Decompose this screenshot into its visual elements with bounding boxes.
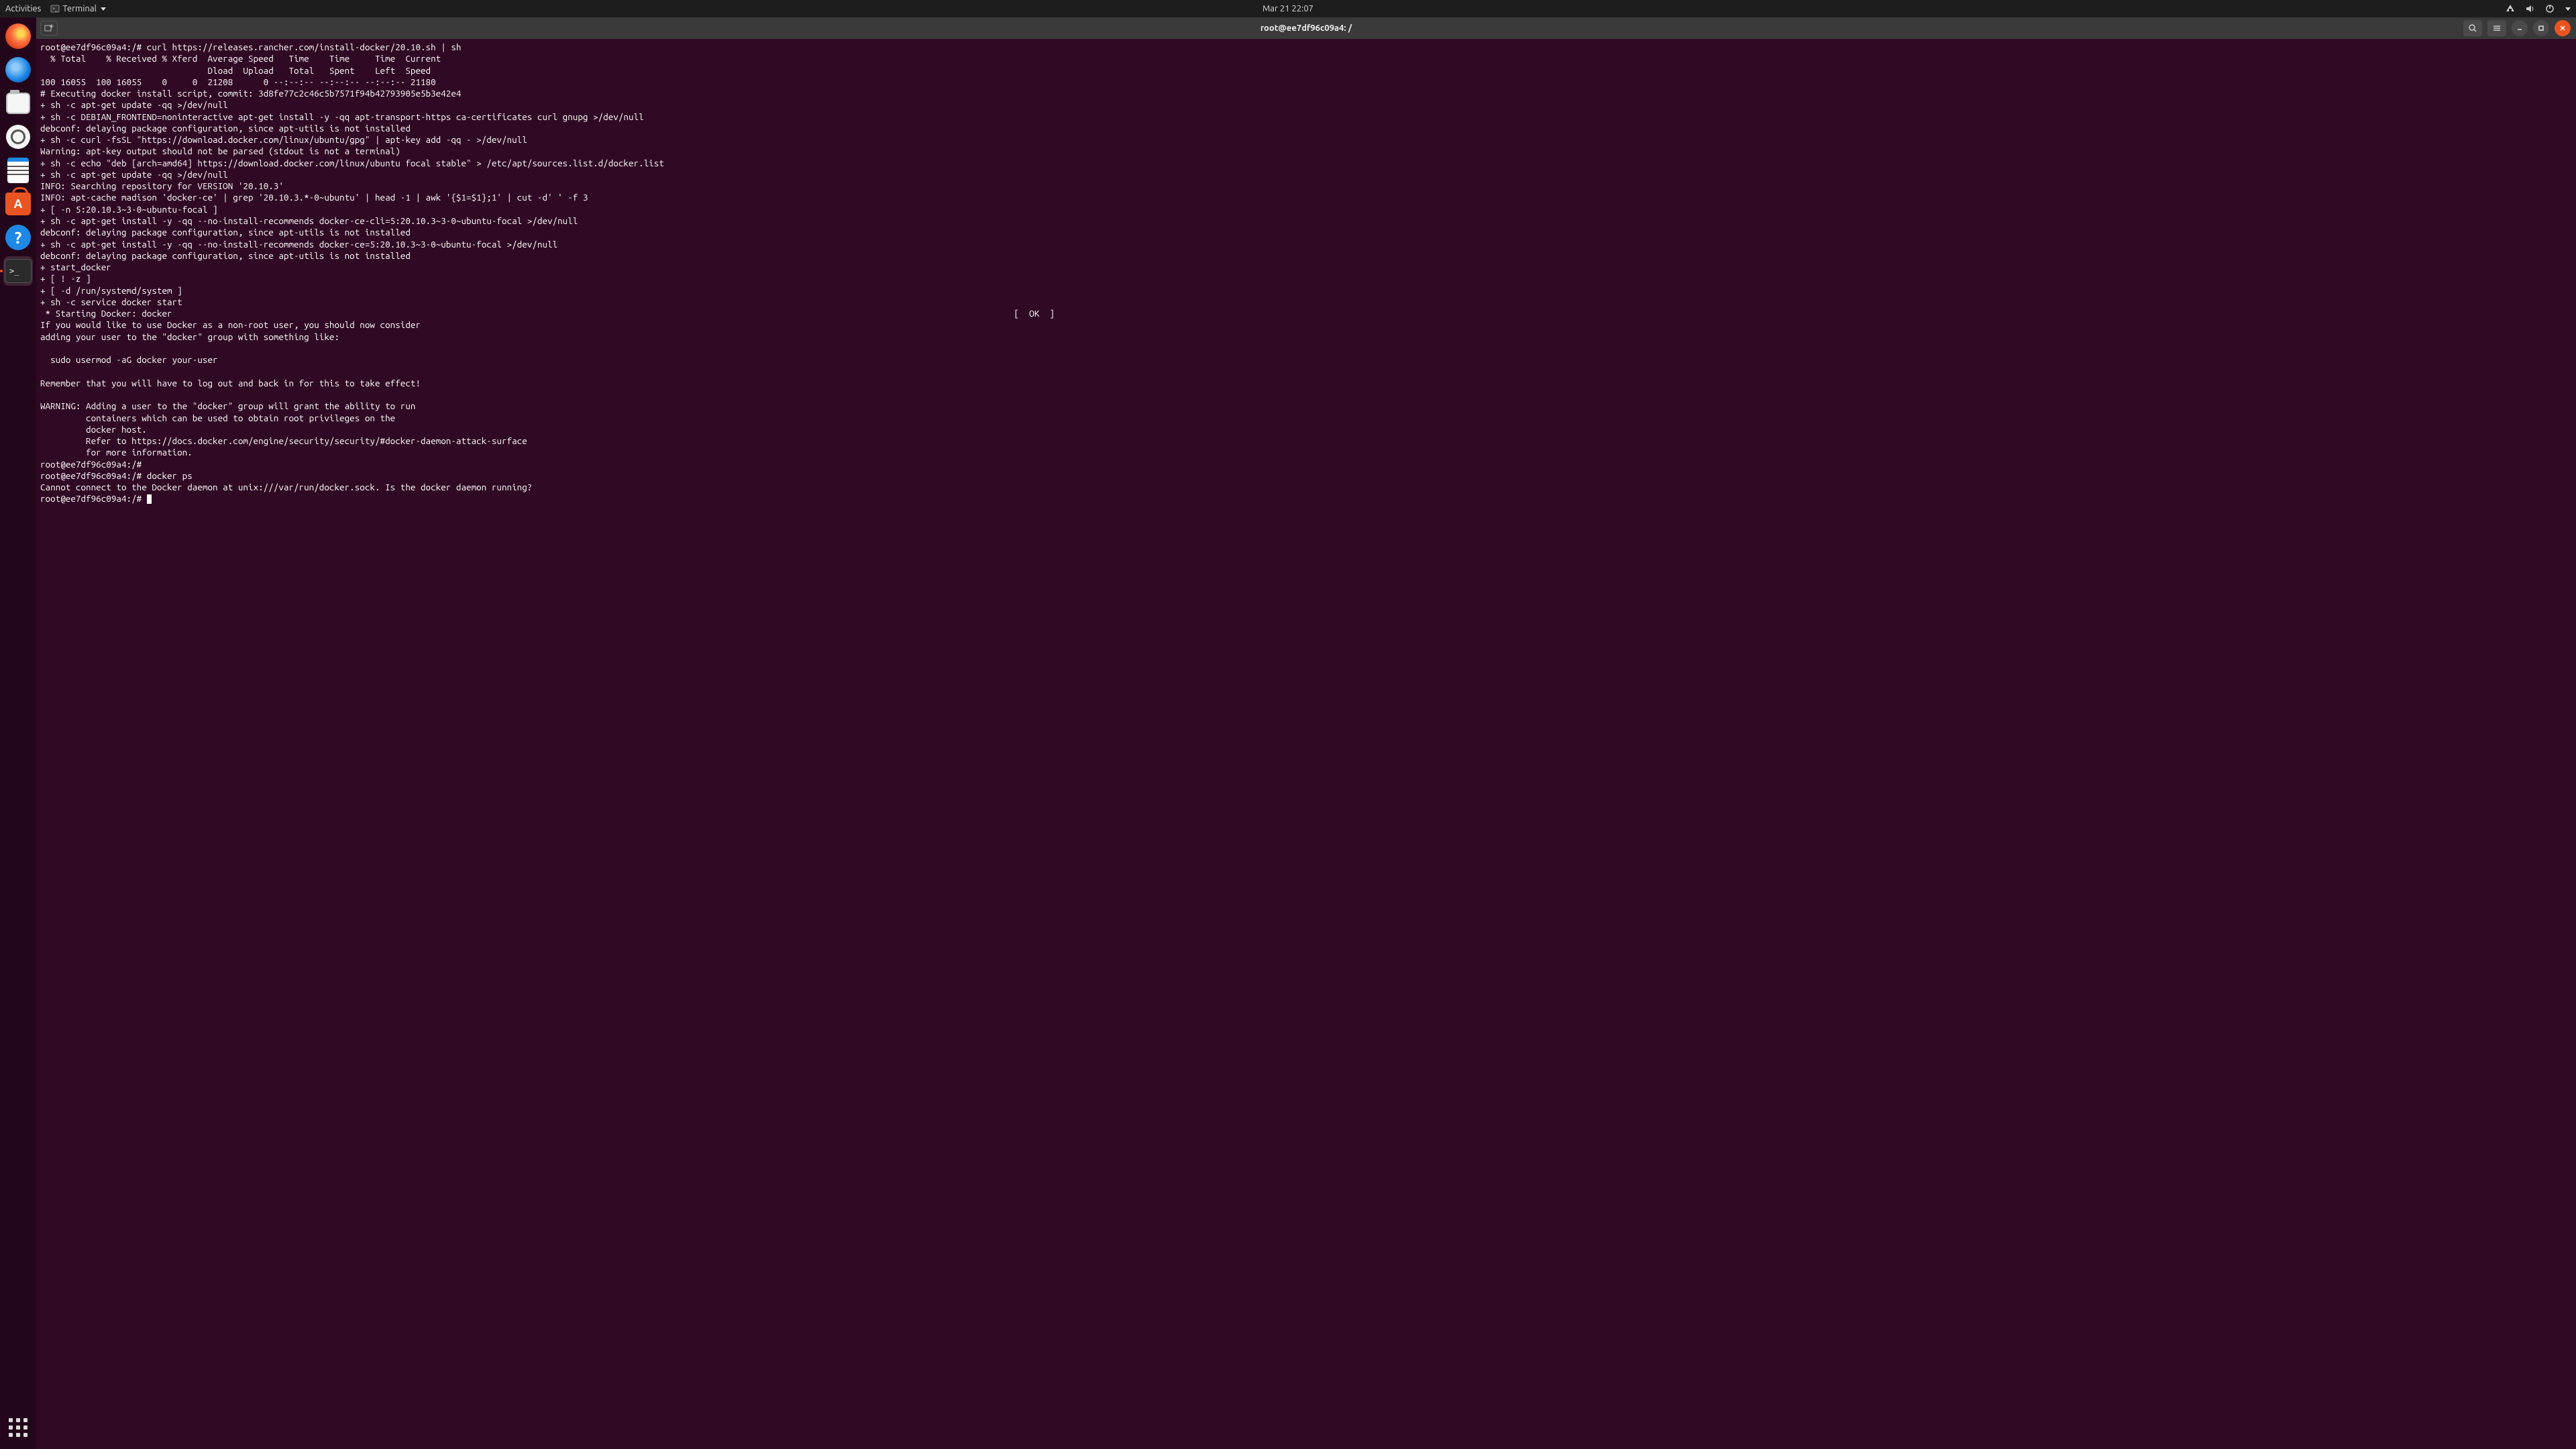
- hamburger-icon: [2492, 23, 2502, 33]
- hamburger-menu-button[interactable]: [2487, 20, 2506, 36]
- svg-text:>_: >_: [52, 6, 58, 11]
- power-icon[interactable]: [2545, 4, 2555, 13]
- dock-app-files[interactable]: [3, 89, 33, 118]
- activities-button[interactable]: Activities: [5, 4, 41, 13]
- clock[interactable]: Mar 21 22:07: [1263, 4, 1313, 13]
- dock-app-help[interactable]: ?: [3, 223, 33, 252]
- chevron-down-icon: [101, 7, 106, 11]
- window-title: root@ee7df96c09a4: /: [1260, 23, 1352, 33]
- network-icon[interactable]: [2505, 4, 2516, 13]
- thunderbird-icon: [5, 57, 31, 83]
- terminal-icon: >_: [50, 4, 60, 13]
- firefox-icon: [5, 23, 31, 49]
- terminal-output: root@ee7df96c09a4:/# curl https://releas…: [40, 42, 2572, 505]
- files-icon: [6, 93, 30, 114]
- gnome-top-panel: Activities >_ Terminal Mar 21 22:07: [0, 0, 2576, 17]
- terminal-window: root@ee7df96c09a4: / root: [36, 17, 2576, 1449]
- rhythmbox-icon: [6, 125, 30, 149]
- volume-icon[interactable]: [2525, 4, 2536, 13]
- maximize-button[interactable]: [2533, 20, 2549, 36]
- terminal-icon: >_: [5, 259, 32, 283]
- search-icon: [2468, 23, 2477, 33]
- close-button[interactable]: [2555, 20, 2571, 36]
- terminal-viewport[interactable]: root@ee7df96c09a4:/# curl https://releas…: [36, 39, 2576, 1449]
- titlebar: root@ee7df96c09a4: /: [36, 17, 2576, 39]
- dock-app-software[interactable]: [3, 189, 33, 219]
- minimize-button[interactable]: [2512, 20, 2528, 36]
- app-menu[interactable]: >_ Terminal: [50, 4, 106, 13]
- dock-app-terminal[interactable]: >_: [3, 256, 33, 286]
- dock: ? >_: [0, 17, 36, 1449]
- help-icon: ?: [5, 225, 31, 250]
- software-icon: [5, 193, 31, 215]
- dock-app-thunderbird[interactable]: [3, 55, 33, 85]
- app-menu-label: Terminal: [62, 4, 97, 13]
- writer-icon: [7, 158, 29, 183]
- dock-app-firefox[interactable]: [3, 21, 33, 51]
- dock-app-writer[interactable]: [3, 156, 33, 185]
- maximize-icon: [2537, 24, 2545, 32]
- dock-app-rhythmbox[interactable]: [3, 122, 33, 152]
- new-tab-icon: [44, 24, 54, 32]
- minimize-icon: [2516, 24, 2524, 32]
- show-applications-button[interactable]: [3, 1413, 33, 1442]
- system-menu-chevron-icon[interactable]: [2565, 7, 2571, 11]
- search-button[interactable]: [2463, 20, 2482, 36]
- terminal-cursor: [147, 494, 152, 504]
- close-icon: [2559, 24, 2567, 32]
- new-tab-button[interactable]: [40, 21, 58, 36]
